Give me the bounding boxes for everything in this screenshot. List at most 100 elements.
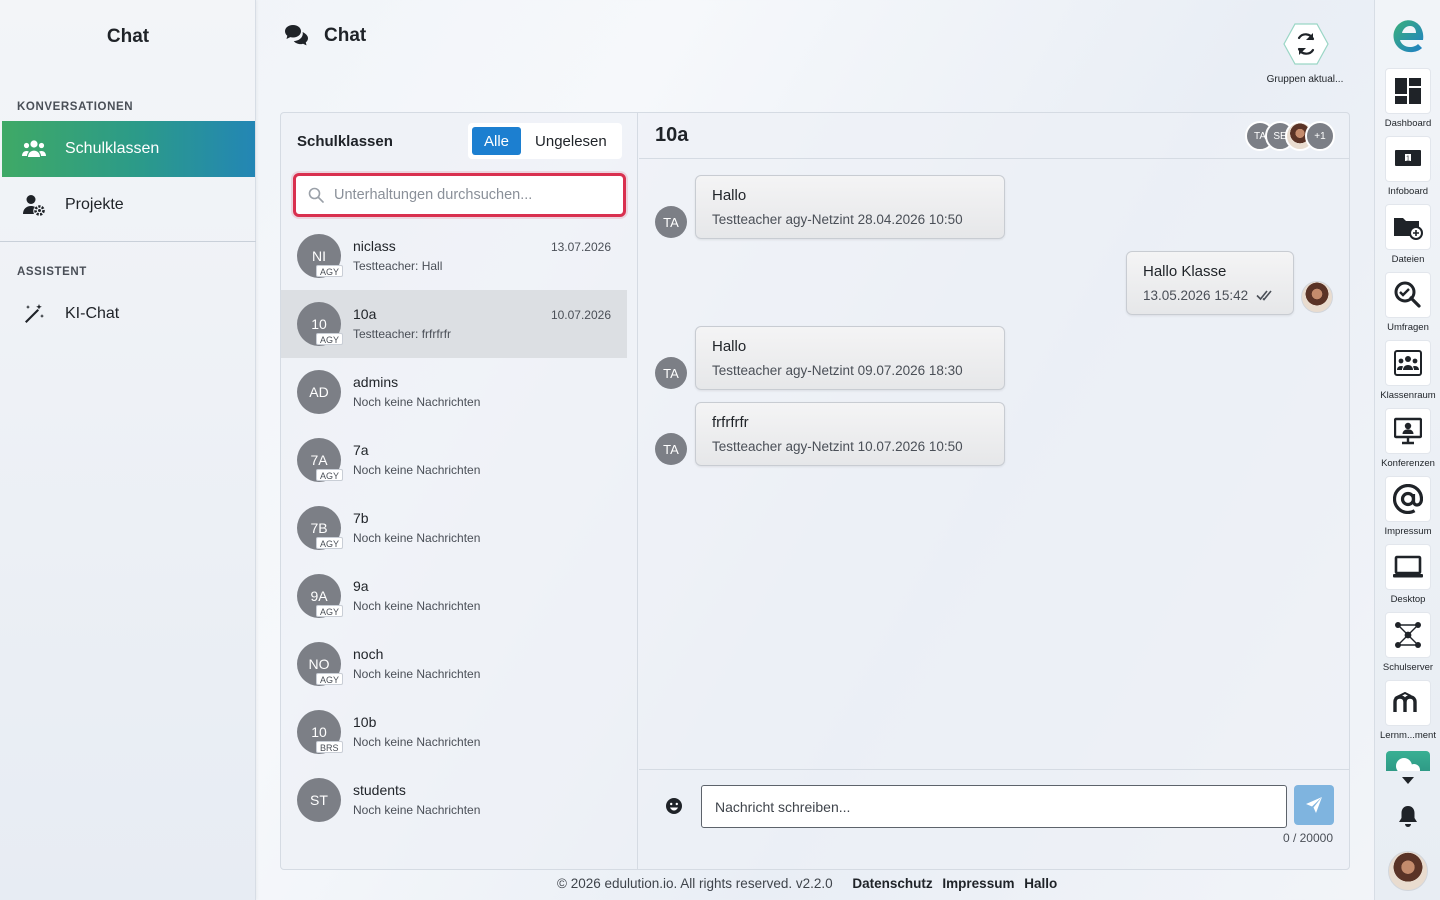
- message-meta: Testteacher agy-Netzint 28.04.2026 10:50: [712, 212, 963, 227]
- page-title: Chat: [324, 25, 367, 46]
- conversation-date: 13.07.2026: [550, 240, 611, 254]
- conversation-filter: Alle Ungelesen: [468, 123, 622, 159]
- conversation-item-10a[interactable]: 10 AGY 10a Testteacher: frfrfrfr 10.07.2…: [281, 290, 627, 358]
- member-avatars[interactable]: TA SE +1: [1245, 121, 1345, 151]
- dock-label: Konferenzen: [1381, 458, 1435, 469]
- footer-link-hallo[interactable]: Hallo: [1024, 876, 1057, 891]
- school-badge: AGY: [316, 605, 344, 617]
- send-icon: [1306, 797, 1322, 813]
- search-icon: [308, 187, 324, 203]
- user-gear-icon: [22, 193, 46, 217]
- member-overflow-count: +1: [1305, 121, 1335, 151]
- magic-wand-icon: [22, 302, 46, 326]
- conversation-panel-title: Schulklassen: [297, 133, 393, 150]
- dock-label: Infoboard: [1387, 186, 1429, 197]
- character-counter: 0 / 20000: [1282, 831, 1333, 845]
- sidebar-divider: [0, 241, 256, 242]
- classroom-icon: [1385, 340, 1431, 386]
- at-icon: [1385, 476, 1431, 522]
- dock-label: Desktop: [1390, 594, 1426, 605]
- dock-item-dateien[interactable]: Dateien: [1375, 204, 1440, 272]
- conversation-item-10b[interactable]: 10 BRS 10b Noch keine Nachrichten: [281, 698, 627, 766]
- dashboard-icon: [1385, 68, 1431, 114]
- conversation-item-9a[interactable]: 9A AGY 9a Noch keine Nachrichten: [281, 562, 627, 630]
- survey-icon: [1385, 272, 1431, 318]
- conversation-item-7b[interactable]: 7B AGY 7b Noch keine Nachrichten: [281, 494, 627, 562]
- conversation-item-noch[interactable]: NO AGY noch Noch keine Nachrichten: [281, 630, 627, 698]
- conversation-search: [293, 173, 626, 217]
- conversation-preview: Noch keine Nachrichten: [353, 803, 481, 817]
- conversation-preview: Noch keine Nachrichten: [353, 667, 481, 681]
- dock-item-konferenzen[interactable]: Konferenzen: [1375, 408, 1440, 476]
- message-input[interactable]: [701, 785, 1287, 828]
- emoji-button[interactable]: [665, 797, 685, 817]
- conversation-name: noch: [353, 646, 384, 662]
- conversation-name: 7b: [353, 510, 369, 526]
- page-header: Chat: [284, 24, 366, 48]
- sidebar-item-schulklassen[interactable]: Schulklassen: [2, 121, 255, 177]
- message-text: Hallo Klasse: [1143, 263, 1227, 280]
- footer-link-datenschutz[interactable]: Datenschutz: [852, 876, 932, 891]
- filter-all-button[interactable]: Alle: [472, 127, 522, 155]
- send-button[interactable]: [1294, 785, 1334, 825]
- message-avatar: TA: [655, 206, 687, 238]
- conversation-name: 10b: [353, 714, 377, 730]
- school-badge: AGY: [316, 469, 344, 481]
- dock-item-impressum[interactable]: Impressum: [1375, 476, 1440, 544]
- read-check-icon: [1256, 290, 1272, 301]
- dock-item-klassenraum[interactable]: Klassenraum: [1375, 340, 1440, 408]
- dock-label: Impressum: [1384, 526, 1432, 537]
- sidebar-item-label: Projekte: [65, 196, 124, 213]
- conversation-name: students: [353, 782, 406, 798]
- conversation-item-admins[interactable]: AD admins Noch keine Nachrichten: [281, 358, 627, 426]
- dock-label: Dateien: [1391, 254, 1425, 265]
- school-badge: AGY: [316, 673, 344, 685]
- dock-item-umfragen[interactable]: Umfragen: [1375, 272, 1440, 340]
- dock-label: Lernm...ment: [1380, 730, 1436, 741]
- sidebar-item-projekte[interactable]: Projekte: [2, 177, 255, 233]
- sidebar-item-label: KI-Chat: [65, 305, 120, 322]
- svg-text:1: 1: [1406, 156, 1410, 163]
- conversation-item-students[interactable]: ST students Noch keine Nachrichten: [281, 766, 627, 834]
- conversation-avatar: AD: [297, 370, 341, 414]
- conversation-name: 9a: [353, 578, 369, 594]
- conversation-name: niclass: [353, 238, 396, 254]
- message-meta: 13.05.2026 15:42: [1143, 288, 1249, 303]
- chevron-down-icon: [1402, 777, 1414, 784]
- chat-title: 10a: [655, 124, 689, 146]
- edulution-logo[interactable]: [1391, 18, 1425, 54]
- dock-item-chat-partial[interactable]: [1386, 751, 1430, 771]
- own-avatar: [1301, 281, 1333, 313]
- conversation-item-7a[interactable]: 7A AGY 7a Noch keine Nachrichten: [281, 426, 627, 494]
- section-label-conversations: KONVERSATIONEN: [17, 101, 134, 113]
- app-dock: Dashboard 1 Infoboard Dateien Umfragen K…: [1374, 0, 1440, 900]
- dock-item-dashboard[interactable]: Dashboard: [1375, 68, 1440, 136]
- refresh-groups-button[interactable]: [1282, 22, 1330, 66]
- dock-item-lernmanagement[interactable]: Lernm...ment: [1375, 680, 1440, 748]
- user-avatar-button[interactable]: [1388, 851, 1428, 891]
- dock-scroll-down-button[interactable]: [1399, 773, 1417, 787]
- filter-unread-button[interactable]: Ungelesen: [523, 127, 619, 155]
- sidebar-item-label: Schulklassen: [65, 140, 160, 157]
- conversation-preview: Noch keine Nachrichten: [353, 395, 481, 409]
- dock-item-schulserver[interactable]: Schulserver: [1375, 612, 1440, 680]
- laptop-icon: [1385, 544, 1431, 590]
- footer-link-impressum[interactable]: Impressum: [942, 876, 1014, 891]
- search-input[interactable]: [334, 187, 614, 203]
- conversation-preview: Noch keine Nachrichten: [353, 531, 481, 545]
- conversation-preview: Noch keine Nachrichten: [353, 735, 481, 749]
- dock-label: Schulserver: [1382, 662, 1434, 673]
- chat-panel: 10a TA SE +1 TA Hallo Testteacher agy-Ne…: [639, 113, 1349, 869]
- sidebar-item-ki-chat[interactable]: KI-Chat: [2, 286, 255, 342]
- school-badge: AGY: [316, 537, 344, 549]
- edulution-logo-icon: [1393, 20, 1424, 53]
- chat-header: 10a TA SE +1: [639, 113, 1349, 159]
- notifications-button[interactable]: [1397, 804, 1419, 828]
- message-text: frfrfrfr: [712, 414, 749, 431]
- message-avatar: TA: [655, 433, 687, 465]
- conversation-preview: Noch keine Nachrichten: [353, 463, 481, 477]
- conversation-item-niclass[interactable]: NI AGY niclass Testteacher: Hall 13.07.2…: [281, 222, 627, 290]
- message-bubble: Hallo Testteacher agy-Netzint 28.04.2026…: [695, 175, 1005, 239]
- dock-item-infoboard[interactable]: 1 Infoboard: [1375, 136, 1440, 204]
- dock-item-desktop[interactable]: Desktop: [1375, 544, 1440, 612]
